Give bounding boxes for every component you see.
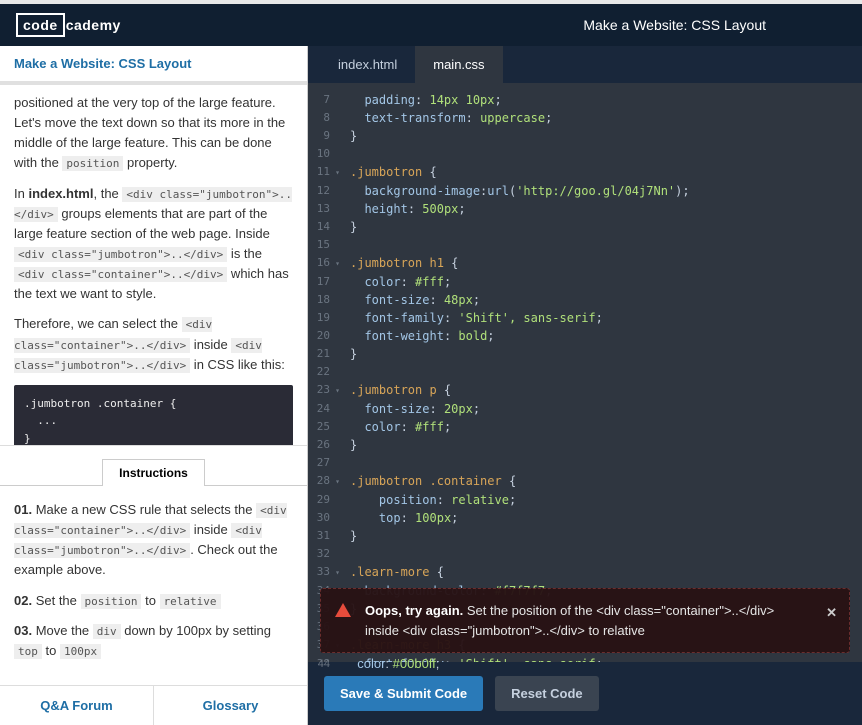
close-icon[interactable]: ✕ bbox=[826, 603, 837, 623]
lesson-footer: Q&A Forum Glossary bbox=[0, 685, 307, 725]
line-number: 31 bbox=[308, 527, 350, 545]
line-number: 10 bbox=[308, 145, 350, 163]
editor-line[interactable]: 23▾.jumbotron p { bbox=[308, 381, 862, 400]
editor-line[interactable]: 32 bbox=[308, 545, 862, 563]
editor-line[interactable]: 7 padding: 14px 10px; bbox=[308, 91, 862, 109]
line-number: 12 bbox=[308, 182, 350, 200]
editor-line[interactable]: 29 position: relative; bbox=[308, 491, 862, 509]
line-number: 24 bbox=[308, 400, 350, 418]
editor-line[interactable]: 17 color: #fff; bbox=[308, 273, 862, 291]
editor-line[interactable]: 31} bbox=[308, 527, 862, 545]
editor-line[interactable]: 8 text-transform: uppercase; bbox=[308, 109, 862, 127]
editor-line[interactable]: 30 top: 100px; bbox=[308, 509, 862, 527]
editor-line[interactable]: 27 bbox=[308, 454, 862, 472]
inline-code: 100px bbox=[60, 644, 101, 659]
line-number: 32 bbox=[308, 545, 350, 563]
line-number: 27 bbox=[308, 454, 350, 472]
save-submit-button[interactable]: Save & Submit Code bbox=[324, 676, 483, 711]
instructions-tab: Instructions bbox=[0, 445, 307, 485]
editor-line[interactable]: 28▾.jumbotron .container { bbox=[308, 472, 862, 491]
editor-line[interactable]: 11▾.jumbotron { bbox=[308, 163, 862, 182]
logo-rest: cademy bbox=[66, 17, 121, 33]
line-number: 33▾ bbox=[308, 563, 350, 582]
line-number: 18 bbox=[308, 291, 350, 309]
inline-code: div bbox=[93, 624, 121, 639]
line-number: 21 bbox=[308, 345, 350, 363]
code-editor[interactable]: 7 padding: 14px 10px;8 text-transform: u… bbox=[308, 83, 862, 662]
page-title: Make a Website: CSS Layout bbox=[583, 17, 766, 33]
inline-code: <div class="jumbotron">..</div> bbox=[14, 247, 227, 262]
line-number: 17 bbox=[308, 273, 350, 291]
instruction-step: 01. Make a new CSS rule that selects the… bbox=[14, 500, 293, 581]
paragraph: Therefore, we can select the <div class=… bbox=[14, 314, 293, 374]
editor-line[interactable]: 25 color: #fff; bbox=[308, 418, 862, 436]
editor-line[interactable]: 26} bbox=[308, 436, 862, 454]
editor-line[interactable]: 9} bbox=[308, 127, 862, 145]
reset-code-button[interactable]: Reset Code bbox=[495, 676, 599, 711]
instruction-step: 02. Set the position to relative bbox=[14, 591, 293, 611]
tab-main-css[interactable]: main.css bbox=[415, 46, 502, 83]
line-number: 11▾ bbox=[308, 163, 350, 182]
editor-tabs: index.html main.css bbox=[308, 46, 862, 83]
editor-line[interactable]: 13 height: 500px; bbox=[308, 200, 862, 218]
line-number: 23▾ bbox=[308, 381, 350, 400]
lesson-content: positioned at the very top of the large … bbox=[0, 85, 307, 445]
instructions-body: 01. Make a new CSS rule that selects the… bbox=[0, 485, 307, 685]
line-number: 30 bbox=[308, 509, 350, 527]
editor-line[interactable]: 12 background-image:url('http://goo.gl/0… bbox=[308, 182, 862, 200]
line-number: 19 bbox=[308, 309, 350, 327]
logo-boxed: code bbox=[16, 13, 65, 37]
lesson-panel: Make a Website: CSS Layout positioned at… bbox=[0, 46, 308, 725]
tab-index-html[interactable]: index.html bbox=[320, 46, 415, 83]
line-number: 8 bbox=[308, 109, 350, 127]
line-number: 14 bbox=[308, 218, 350, 236]
instruction-step: 03. Move the div down by 100px by settin… bbox=[14, 621, 293, 661]
editor-line[interactable]: 21} bbox=[308, 345, 862, 363]
line-number: 13 bbox=[308, 200, 350, 218]
top-bar: code cademy Make a Website: CSS Layout bbox=[0, 0, 862, 46]
editor-line[interactable]: 15 bbox=[308, 236, 862, 254]
line-number: 22 bbox=[308, 363, 350, 381]
line-number: 7 bbox=[308, 91, 350, 109]
inline-code: position bbox=[81, 594, 142, 609]
editor-panel: index.html main.css 7 padding: 14px 10px… bbox=[308, 46, 862, 725]
line-number: 28▾ bbox=[308, 472, 350, 491]
logo[interactable]: code cademy bbox=[16, 13, 121, 37]
editor-line[interactable]: 22 bbox=[308, 363, 862, 381]
editor-line[interactable]: 24 font-size: 20px; bbox=[308, 400, 862, 418]
warning-icon bbox=[335, 603, 351, 617]
line-number: 9 bbox=[308, 127, 350, 145]
inline-code: top bbox=[14, 644, 42, 659]
editor-line[interactable]: 18 font-size: 48px; bbox=[308, 291, 862, 309]
line-number: 26 bbox=[308, 436, 350, 454]
inline-code: relative bbox=[160, 594, 221, 609]
editor-line[interactable]: 33▾.learn-more { bbox=[308, 563, 862, 582]
error-banner: Oops, try again. Set the position of the… bbox=[320, 588, 850, 653]
line-number: 25 bbox=[308, 418, 350, 436]
line-number: 44 bbox=[308, 655, 350, 673]
code-block: .jumbotron .container { ... } bbox=[14, 385, 293, 445]
editor-line[interactable]: 16▾.jumbotron h1 { bbox=[308, 254, 862, 273]
editor-line[interactable]: 20 font-weight: bold; bbox=[308, 327, 862, 345]
paragraph: positioned at the very top of the large … bbox=[14, 93, 293, 174]
qa-forum-link[interactable]: Q&A Forum bbox=[0, 686, 154, 725]
line-number: 15 bbox=[308, 236, 350, 254]
paragraph: In index.html, the <div class="jumbotron… bbox=[14, 184, 293, 305]
glossary-link[interactable]: Glossary bbox=[154, 686, 307, 725]
lesson-title: Make a Website: CSS Layout bbox=[0, 46, 307, 85]
line-number: 29 bbox=[308, 491, 350, 509]
line-number: 20 bbox=[308, 327, 350, 345]
editor-line[interactable]: 14} bbox=[308, 218, 862, 236]
editor-line[interactable]: 10 bbox=[308, 145, 862, 163]
error-title: Oops, try again. bbox=[365, 603, 463, 618]
editor-line[interactable]: 44 color: #00b0ff; bbox=[308, 655, 862, 673]
editor-line[interactable]: 19 font-family: 'Shift', sans-serif; bbox=[308, 309, 862, 327]
inline-code: <div class="container">..</div> bbox=[14, 267, 227, 282]
inline-code: position bbox=[62, 156, 123, 171]
line-number: 16▾ bbox=[308, 254, 350, 273]
